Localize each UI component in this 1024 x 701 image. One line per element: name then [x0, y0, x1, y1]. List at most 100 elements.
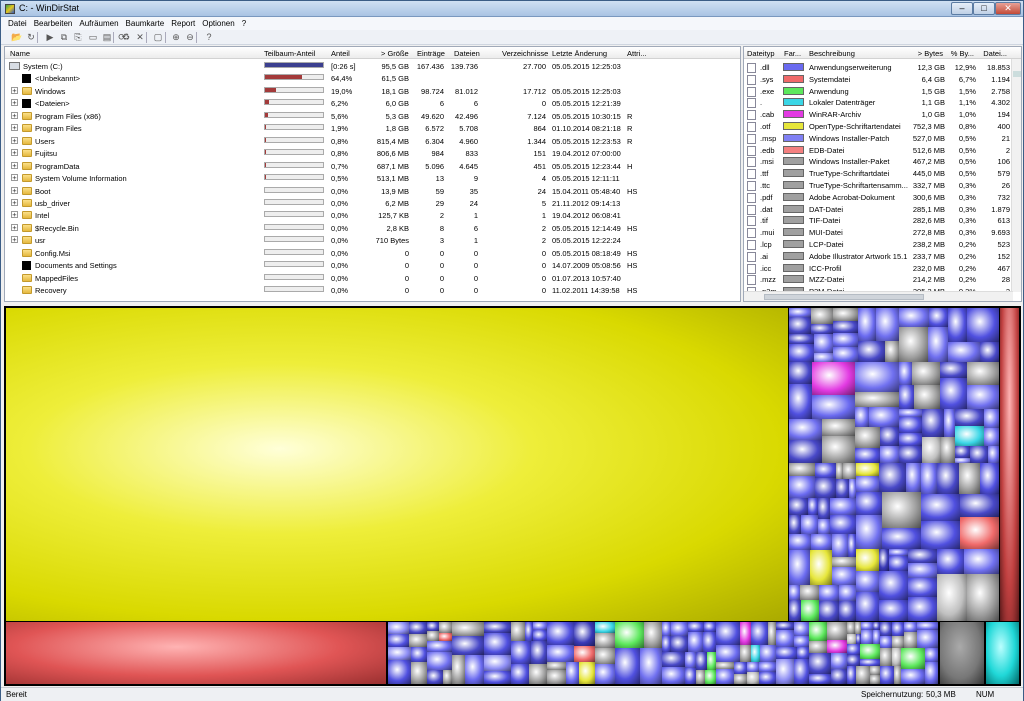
extension-row[interactable]: .msi Windows Installer-Paket 467,2 MB 0,5% 1…: [744, 155, 1013, 168]
tree-row[interactable]: + Program Files (x86) 5,6% 5,3 GB 49.620 42.4…: [5, 110, 740, 123]
recycle-icon[interactable]: ♻: [120, 31, 132, 43]
treemap-cell: [789, 534, 811, 550]
tree-column-3[interactable]: > Größe: [381, 49, 409, 58]
extension-row[interactable]: .dat DAT-Datei 285,1 MB 0,3% 1.879: [744, 203, 1013, 216]
treemap-cell: [789, 334, 814, 344]
extension-row[interactable]: .tif TIF-Datei 282,6 MB 0,3% 613: [744, 214, 1013, 227]
menu-0[interactable]: Datei: [8, 17, 27, 30]
menu-5[interactable]: Optionen: [202, 17, 234, 30]
tree-column-0[interactable]: Name: [10, 49, 30, 58]
extension-row[interactable]: .msp Windows Installer-Patch 527,0 MB 0,5% 2…: [744, 132, 1013, 145]
extension-row[interactable]: .ttf TrueType-Schriftartdatei 445,0 MB 0,5%…: [744, 167, 1013, 180]
extension-row[interactable]: .sys Systemdatei 6,4 GB 6,7% 1.194: [744, 73, 1013, 86]
tree-column-7[interactable]: Letzte Änderung: [552, 49, 607, 58]
copy-icon[interactable]: ⧉: [58, 31, 70, 43]
menu-6[interactable]: ?: [242, 17, 246, 30]
expand-toggle[interactable]: +: [11, 136, 18, 144]
expand-toggle[interactable]: +: [11, 149, 18, 156]
tree-row[interactable]: + $Recycle.Bin 0,0% 2,8 KB 8 6 2 05.05.2015 12:…: [5, 222, 740, 235]
zoom-out-icon[interactable]: ⊖: [184, 31, 196, 43]
expand-toggle[interactable]: +: [11, 174, 18, 181]
tree-row[interactable]: + Windows 19,0% 18,1 GB 98.724 81.012 17.712 05…: [5, 85, 740, 98]
extension-row[interactable]: . Lokaler Datenträger 1,1 GB 1,1% 4.302: [744, 96, 1013, 109]
tree-row[interactable]: + usr 0,0% 710 Bytes 3 1 2 05.05.2015 12:22:24: [5, 234, 740, 247]
copy-path-icon[interactable]: ⎘: [72, 31, 84, 43]
directory-tree-panel[interactable]: Name Teilbaum-Anteil Anteil > Größe Einträge…: [4, 46, 741, 302]
refresh-icon[interactable]: ↻: [25, 31, 37, 43]
ext-column-0[interactable]: Dateityp: [747, 49, 775, 58]
menu-1[interactable]: Bearbeiten: [34, 17, 73, 30]
explorer-icon[interactable]: ▭: [87, 31, 99, 43]
extension-row[interactable]: .ttc TrueType-Schriftartensamm... 332,7 MB…: [744, 179, 1013, 192]
close-button[interactable]: ✕: [995, 2, 1021, 15]
properties-icon[interactable]: ▢: [152, 31, 164, 43]
extension-row[interactable]: .exe Anwendung 1,5 GB 1,5% 2.758: [744, 85, 1013, 98]
extension-list-panel[interactable]: Dateityp Far... Beschreibung > Bytes % By...…: [743, 46, 1022, 302]
ext-column-4[interactable]: % By...: [951, 49, 974, 58]
expand-toggle[interactable]: +: [11, 161, 18, 169]
extension-vertical-scrollbar[interactable]: [1011, 59, 1021, 292]
tree-row[interactable]: + Fujitsu 0,8% 806,6 MB 984 833 151 19.04.2012 …: [5, 147, 740, 160]
extension-row[interactable]: .lcp LCP-Datei 238,2 MB 0,2% 523: [744, 238, 1013, 251]
extension-row[interactable]: .icc ICC-Profil 232,0 MB 0,2% 467: [744, 262, 1013, 275]
help-icon[interactable]: ?: [203, 31, 215, 43]
treemap-cell: [984, 428, 999, 446]
tree-row[interactable]: Recovery 0,0% 0 0 0 0 11.02.2011 14:39:58 HS: [5, 284, 740, 297]
tree-row[interactable]: + System Volume Information 0,5% 513,1 MB 13…: [5, 172, 740, 185]
tree-row[interactable]: Documents and Settings 0,0% 0 0 0 0 14.07.2009…: [5, 259, 740, 272]
tree-row[interactable]: Config.Msi 0,0% 0 0 0 0 05.05.2015 08:18:49 HS: [5, 247, 740, 260]
tree-row[interactable]: MappedFiles 0,0% 0 0 0 0 01.07.2013 10:57:40: [5, 272, 740, 285]
expand-toggle[interactable]: +: [11, 224, 18, 231]
expand-toggle[interactable]: +: [11, 124, 18, 132]
extension-row[interactable]: .cab WinRAR-Archiv 1,0 GB 1,0% 194: [744, 108, 1013, 121]
zoom-in-icon[interactable]: ⊕: [170, 31, 182, 43]
expand-toggle[interactable]: +: [11, 87, 18, 94]
tree-row[interactable]: + Intel 0,0% 125,7 KB 2 1 1 19.04.2012 06:08:41: [5, 209, 740, 222]
tree-column-8[interactable]: Attri...: [627, 49, 647, 58]
expand-toggle[interactable]: +: [11, 199, 18, 206]
menu-2[interactable]: Aufräumen: [79, 17, 118, 30]
expand-toggle[interactable]: +: [11, 99, 18, 107]
color-swatch: [783, 192, 804, 201]
tree-column-6[interactable]: Verzeichnisse: [502, 49, 548, 58]
open-folder-icon[interactable]: 📂: [11, 31, 23, 43]
tree-row[interactable]: + Users 0,8% 815,4 MB 6.304 4.960 1.344 05.05.2…: [5, 135, 740, 148]
prompt-icon[interactable]: ▤: [101, 31, 113, 43]
extension-row[interactable]: .pdf Adobe Acrobat-Dokument 300,6 MB 0,3% 73…: [744, 191, 1013, 204]
delete-icon[interactable]: ✕: [134, 31, 146, 43]
maximize-button[interactable]: □: [973, 2, 995, 15]
menu-3[interactable]: Baumkarte: [126, 17, 165, 30]
tree-row[interactable]: + ProgramData 0,7% 687,1 MB 5.096 4.645 451 05.…: [5, 160, 740, 173]
minimize-button[interactable]: –: [951, 2, 973, 15]
expand-toggle[interactable]: +: [11, 211, 18, 219]
tree-column-1[interactable]: Teilbaum-Anteil: [264, 49, 315, 58]
tree-column-2[interactable]: Anteil: [331, 49, 350, 58]
ext-column-1[interactable]: Far...: [784, 49, 801, 58]
tree-column-5[interactable]: Dateien: [454, 49, 480, 58]
extension-row[interactable]: .mzz MZZ-Datei 214,2 MB 0,2% 28: [744, 273, 1013, 286]
ext-column-5[interactable]: Datei...: [983, 49, 1007, 58]
expand-toggle[interactable]: +: [11, 112, 18, 119]
play-icon[interactable]: ▶: [44, 31, 56, 43]
extension-row[interactable]: .mui MUI-Datei 272,8 MB 0,3% 9.693: [744, 226, 1013, 239]
extension-row[interactable]: .dll Anwendungserweiterung 12,3 GB 12,9% 18.…: [744, 61, 1013, 74]
tree-row[interactable]: <Unbekannt> 64,4% 61,5 GB: [5, 72, 740, 85]
tree-row[interactable]: + Program Files 1,9% 1,8 GB 6.572 5.708 864 01.…: [5, 122, 740, 135]
dirs-cell: 864: [533, 124, 546, 134]
expand-toggle[interactable]: +: [11, 236, 18, 244]
extension-horizontal-scrollbar[interactable]: [744, 291, 1013, 301]
ext-column-2[interactable]: Beschreibung: [809, 49, 855, 58]
tree-row[interactable]: System (C:) [0:26 s] 95,5 GB 167.436 139.736…: [5, 60, 740, 73]
menu-4[interactable]: Report: [171, 17, 195, 30]
ext-column-3[interactable]: > Bytes: [918, 49, 943, 58]
treemap[interactable]: [4, 306, 1021, 686]
tree-column-4[interactable]: Einträge: [417, 49, 445, 58]
expand-toggle[interactable]: +: [11, 186, 18, 194]
treemap-cell: [812, 395, 855, 419]
tree-row[interactable]: + <Dateien> 6,2% 6,0 GB 6 6 0 05.05.2015 12:21:…: [5, 97, 740, 110]
tree-row[interactable]: + Boot 0,0% 13,9 MB 59 35 24 15.04.2011 05:48:4…: [5, 185, 740, 198]
extension-row[interactable]: .ai Adobe Illustrator Artwork 15.1 233,7 M…: [744, 250, 1013, 263]
extension-row[interactable]: .otf OpenType-Schriftartendatei 752,3 MB 0,…: [744, 120, 1013, 133]
tree-row[interactable]: + usb_driver 0,0% 6,2 MB 29 24 5 21.11.2012 09:…: [5, 197, 740, 210]
extension-row[interactable]: .edb EDB-Datei 512,6 MB 0,5% 2: [744, 144, 1013, 157]
